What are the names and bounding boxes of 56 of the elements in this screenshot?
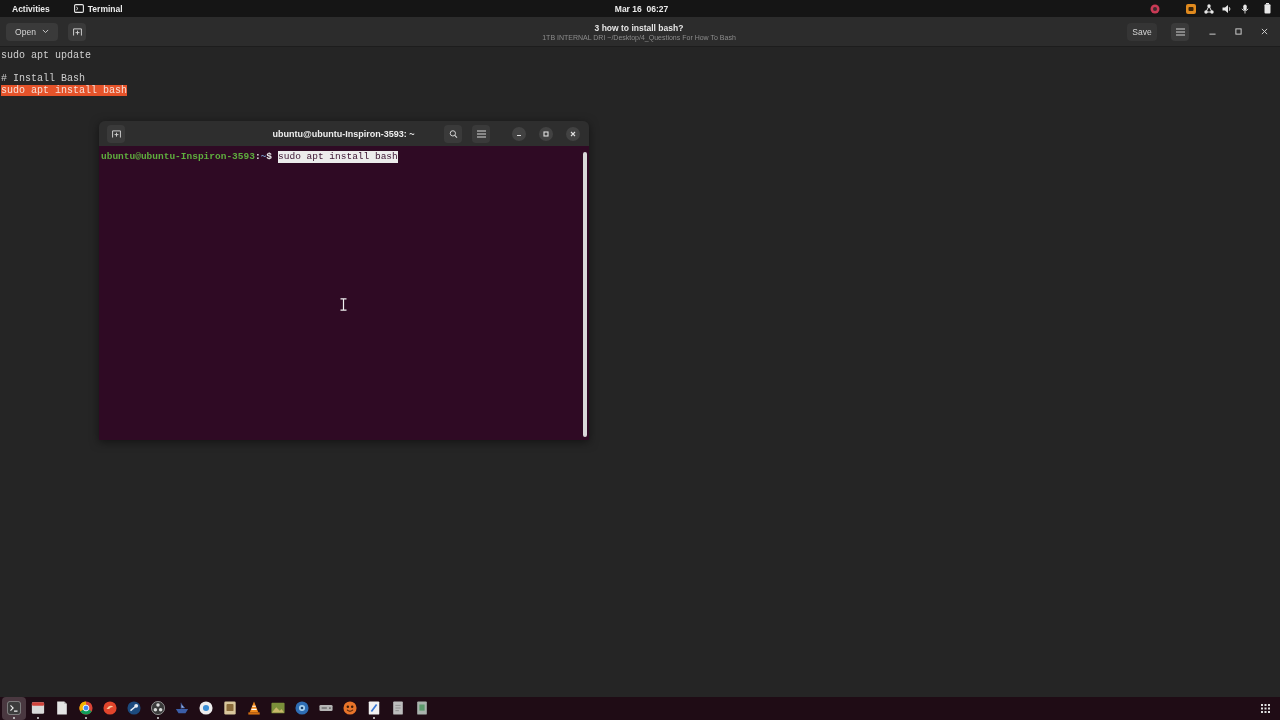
clock[interactable]: Mar 16 06:27 [614, 3, 669, 14]
shell-prompt: ubuntu@ubuntu-Inspiron-3593:~$ [101, 151, 273, 163]
menu-button[interactable] [472, 124, 490, 143]
maximize-button[interactable] [539, 126, 553, 141]
maximize-icon [1234, 28, 1242, 35]
network-icon[interactable] [1204, 3, 1214, 14]
menu-icon [1175, 27, 1185, 36]
orb-icon [103, 701, 117, 715]
disc-icon [199, 701, 213, 715]
caret-icon [41, 29, 49, 34]
lens-icon [295, 701, 309, 715]
apps-grid-icon[interactable] [1261, 704, 1270, 713]
new-tab-button[interactable] [107, 124, 125, 143]
note-icon [415, 701, 429, 715]
card-icon [223, 701, 237, 715]
dock-app-button[interactable] [2, 697, 26, 720]
save-button[interactable]: Save [1127, 22, 1157, 41]
activities-button[interactable]: Activities [12, 3, 50, 14]
terminal-icon [73, 4, 84, 13]
tricolor-ball-icon [79, 701, 93, 715]
search-icon [448, 129, 458, 138]
window-icon [31, 701, 45, 715]
knob-disc-icon [127, 701, 141, 715]
ring-icon[interactable] [1150, 3, 1160, 14]
microphone-icon[interactable] [1240, 3, 1250, 14]
face-icon [343, 701, 357, 715]
terminal-icon [7, 701, 21, 715]
terminal-title: ubuntu@ubuntu-Inspiron-3593: ~ [272, 128, 415, 139]
app-menu-button[interactable]: Terminal [87, 3, 123, 14]
sheet-icon [391, 701, 405, 715]
new-tab-button[interactable] [68, 22, 86, 41]
search-button[interactable] [444, 124, 462, 143]
tab-plus-icon [72, 27, 82, 36]
menu-icon [476, 129, 486, 138]
ship-icon [175, 701, 189, 715]
close-icon [1260, 28, 1268, 35]
aperture-icon [151, 701, 165, 715]
text-cursor-icon [340, 298, 347, 311]
menu-button[interactable] [1171, 22, 1189, 41]
speaker-icon[interactable] [1222, 3, 1232, 14]
close-icon [570, 130, 576, 137]
code-line: sudo apt update [1, 50, 91, 62]
code-line: # Install Bash [1, 73, 85, 85]
maximize-icon [543, 130, 549, 137]
traffic-cone-icon [247, 701, 261, 715]
document-icon [55, 701, 69, 715]
text-editor-icon [367, 701, 381, 715]
battery-icon[interactable] [1264, 3, 1271, 14]
open-button[interactable]: Open [6, 22, 58, 41]
close-button[interactable] [566, 126, 580, 141]
command-text: sudo apt install bash [278, 151, 398, 163]
tab-plus-icon [111, 129, 121, 138]
scrollbar[interactable] [583, 152, 587, 437]
tile-icon[interactable] [1186, 3, 1196, 14]
picture-icon [271, 701, 285, 715]
document-title: 3 how to install bash? [594, 22, 684, 33]
